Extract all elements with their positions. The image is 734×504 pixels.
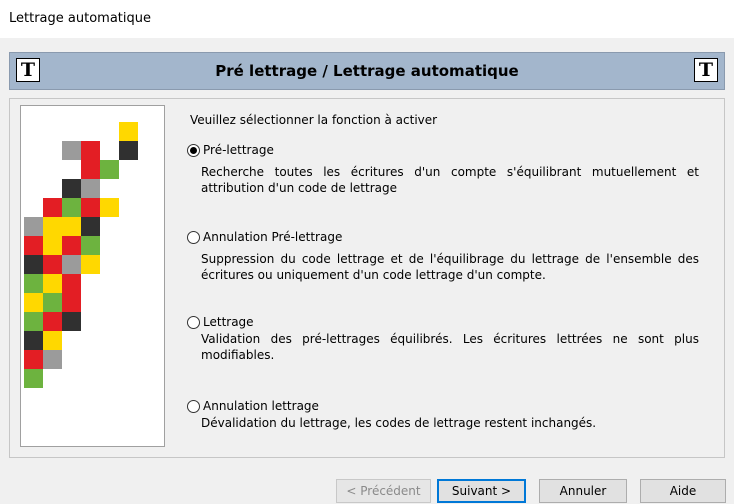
mosaic-square: [43, 198, 62, 217]
radio-lettrage[interactable]: Lettrage: [187, 315, 699, 329]
mosaic-square: [62, 293, 81, 312]
mosaic-square: [24, 331, 43, 350]
window-title: Lettrage automatique: [9, 11, 151, 26]
mosaic-square: [24, 350, 43, 369]
mosaic-square: [24, 255, 43, 274]
mosaic-square: [100, 160, 119, 179]
mosaic-square: [43, 236, 62, 255]
mosaic-square: [43, 350, 62, 369]
option-label: Annulation Pré-lettrage: [203, 230, 343, 244]
option-label: Lettrage: [203, 315, 254, 329]
mosaic-square: [62, 198, 81, 217]
mosaic-square: [43, 331, 62, 350]
mosaic-square: [62, 236, 81, 255]
mosaic-square: [24, 312, 43, 331]
mosaic-square: [81, 255, 100, 274]
mosaic-graphic: [20, 105, 165, 447]
mosaic-square: [62, 255, 81, 274]
mosaic-square: [119, 141, 138, 160]
mosaic-square: [81, 141, 100, 160]
next-button[interactable]: Suivant >: [437, 479, 526, 503]
cancel-button[interactable]: Annuler: [539, 479, 627, 503]
radio-button[interactable]: [187, 230, 200, 244]
mosaic-square: [43, 293, 62, 312]
mosaic-square: [81, 198, 100, 217]
options-area: Veuillez sélectionner la fonction à acti…: [180, 99, 720, 459]
mosaic-square: [43, 312, 62, 331]
mosaic-square: [62, 179, 81, 198]
option-description: Suppression du code lettrage et de l'équ…: [201, 252, 699, 282]
help-button[interactable]: Aide: [640, 479, 726, 503]
option-lettrage: Lettrage Validation des pré-lettrages éq…: [187, 315, 699, 363]
radio-pre-lettrage[interactable]: Pré-lettrage: [187, 143, 699, 157]
mosaic-square: [24, 217, 43, 236]
mosaic-square: [62, 312, 81, 331]
mosaic-square: [24, 236, 43, 255]
mosaic-square: [24, 293, 43, 312]
mosaic-square: [81, 160, 100, 179]
mosaic-square: [43, 274, 62, 293]
option-label: Pré-lettrage: [203, 143, 274, 157]
mosaic-square: [119, 122, 138, 141]
option-label: Annulation lettrage: [203, 399, 319, 413]
radio-button[interactable]: [187, 399, 200, 413]
mosaic-square: [43, 255, 62, 274]
option-annulation-pre-lettrage: Annulation Pré-lettrage Suppression du c…: [187, 230, 699, 283]
mosaic-square: [24, 369, 43, 388]
button-bar: < Précédent Suivant > Annuler Aide: [0, 466, 734, 504]
t-logo-icon: T: [694, 58, 718, 82]
radio-button[interactable]: [187, 143, 200, 157]
prompt-text: Veuillez sélectionner la fonction à acti…: [190, 113, 438, 127]
radio-annulation-lettrage[interactable]: Annulation lettrage: [187, 399, 699, 413]
mosaic-square: [100, 198, 119, 217]
option-annulation-lettrage: Annulation lettrage Dévalidation du lett…: [187, 399, 699, 431]
option-description: Validation des pré-lettrages équilibrés.…: [201, 332, 699, 362]
header-banner: T Pré lettrage / Lettrage automatique T: [9, 52, 725, 90]
mosaic-square: [81, 236, 100, 255]
mosaic-square: [81, 179, 100, 198]
previous-button[interactable]: < Précédent: [336, 479, 431, 503]
option-description: Recherche toutes les écritures d'un comp…: [201, 165, 699, 195]
mosaic-square: [43, 217, 62, 236]
title-bar: Lettrage automatique: [0, 0, 734, 38]
mosaic-square: [62, 141, 81, 160]
option-description: Dévalidation du lettrage, les codes de l…: [201, 416, 597, 430]
mosaic-square: [24, 274, 43, 293]
banner-title: Pré lettrage / Lettrage automatique: [215, 62, 519, 80]
radio-annulation-pre-lettrage[interactable]: Annulation Pré-lettrage: [187, 230, 699, 244]
option-pre-lettrage: Pré-lettrage Recherche toutes les écritu…: [187, 143, 699, 196]
wizard-panel: Veuillez sélectionner la fonction à acti…: [9, 98, 725, 458]
radio-button[interactable]: [187, 315, 200, 329]
mosaic-square: [62, 274, 81, 293]
mosaic-square: [62, 217, 81, 236]
mosaic-square: [81, 217, 100, 236]
